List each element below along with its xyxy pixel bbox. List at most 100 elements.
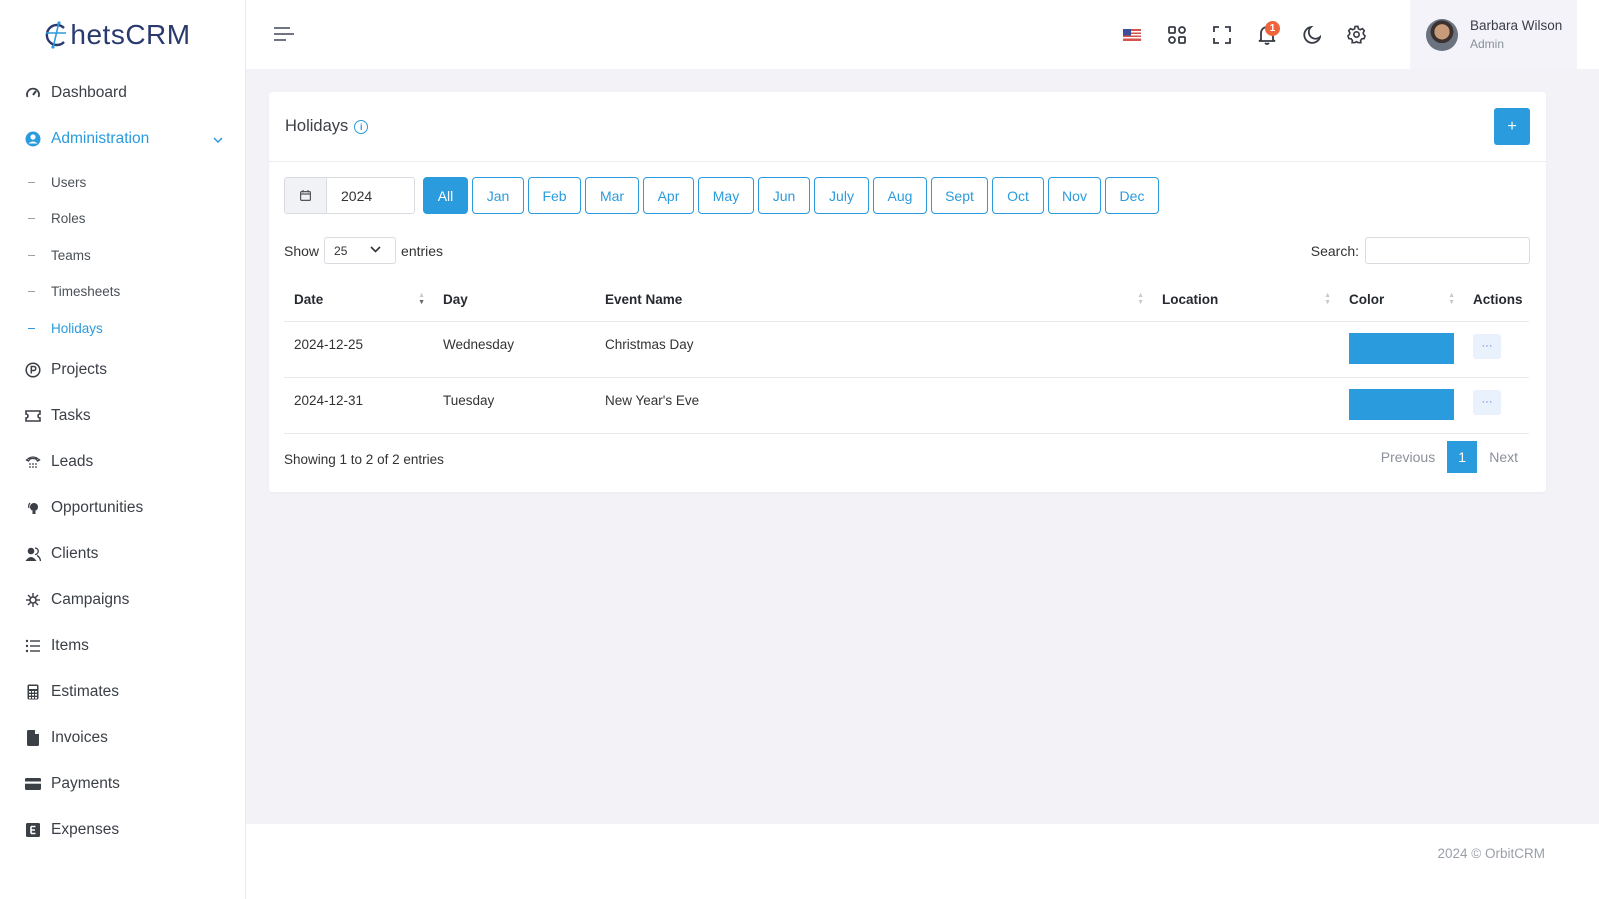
month-filter-dec[interactable]: Dec [1105, 177, 1159, 214]
sidebar-item-label: Clients [51, 544, 99, 562]
table-row: 2024-12-31 Tuesday New Year's Eve ··· [284, 377, 1529, 434]
pagination-next[interactable]: Next [1477, 449, 1530, 465]
footer: 2024 © OrbitCRM [246, 824, 1599, 899]
dash-icon [28, 254, 35, 256]
table-info: Showing 1 to 2 of 2 entries [284, 452, 444, 467]
sidebar-item-payments[interactable]: Payments [0, 761, 245, 807]
month-filter-oct[interactable]: Oct [992, 177, 1044, 214]
dash-icon [28, 327, 35, 329]
sidebar-item-label: Expenses [51, 820, 120, 838]
column-label: Actions [1473, 291, 1523, 307]
sidebar-item-expenses[interactable]: Expenses [0, 807, 245, 853]
language-button[interactable] [1109, 12, 1154, 57]
fullscreen-button[interactable] [1199, 12, 1244, 57]
notifications-button[interactable]: 1 [1244, 12, 1289, 57]
color-swatch [1349, 388, 1454, 420]
entries-label: entries [401, 242, 444, 259]
list-icon [24, 637, 42, 655]
sidebar-item-invoices[interactable]: Invoices [0, 715, 245, 761]
sidebar-item-teams[interactable]: Teams [0, 237, 245, 274]
column-header-location[interactable]: Location ▲ ▼ [1152, 278, 1339, 322]
virus-icon [24, 591, 42, 609]
table-search: Search: [1311, 237, 1530, 264]
page-size-select[interactable]: 25 [324, 237, 397, 264]
month-filter-jan[interactable]: Jan [472, 177, 524, 214]
color-swatch [1349, 332, 1454, 364]
calculator-icon [24, 683, 42, 701]
month-filter-apr[interactable]: Apr [643, 177, 694, 214]
sidebar-item-items[interactable]: Items [0, 623, 245, 669]
sidebar-item-tasks[interactable]: Tasks [0, 393, 245, 439]
topbar-actions: 1 [1109, 0, 1379, 69]
sidebar-item-label: Invoices [51, 728, 108, 746]
sidebar-item-leads[interactable]: Leads [0, 439, 245, 485]
year-input[interactable] [327, 178, 414, 213]
cell-date: 2024-12-25 [284, 321, 433, 378]
file-icon [24, 729, 42, 747]
column-header-date[interactable]: Date ▲ ▼ [284, 278, 433, 322]
month-filter-july[interactable]: July [814, 177, 869, 214]
sidebar-item-roles[interactable]: Roles [0, 201, 245, 238]
column-label: Day [443, 291, 468, 307]
month-filter-may[interactable]: May [698, 177, 754, 214]
sidebar-item-campaigns[interactable]: Campaigns [0, 577, 245, 623]
pagination-page-1[interactable]: 1 [1447, 441, 1478, 473]
pagination-previous[interactable]: Previous [1369, 449, 1447, 465]
column-header-day[interactable]: Day [433, 278, 595, 322]
search-label: Search: [1310, 242, 1359, 259]
month-filter-all[interactable]: All [423, 177, 468, 214]
menu-toggle-button[interactable] [274, 27, 294, 43]
column-label: Color [1349, 291, 1385, 307]
month-filter-mar[interactable]: Mar [585, 177, 639, 214]
cell-color [1339, 321, 1463, 378]
sidebar-item-estimates[interactable]: Estimates [0, 669, 245, 715]
topbar: 1 Barbara Wilson Admin [246, 0, 1599, 69]
filters-bar: All Jan Feb Mar Apr May Jun July Aug Sep… [284, 177, 1163, 214]
sidebar-item-administration[interactable]: Administration [0, 116, 245, 162]
sidebar-item-holidays[interactable]: Holidays [0, 310, 245, 347]
sort-icon: ▲ ▼ [418, 292, 425, 306]
cell-location [1152, 377, 1339, 434]
column-header-event-name[interactable]: Event Name ▲ ▼ [595, 278, 1152, 322]
page-title: Holidays [285, 117, 349, 135]
sidebar-item-projects[interactable]: Projects [0, 347, 245, 393]
dark-mode-toggle[interactable] [1289, 12, 1334, 57]
e-square-icon [24, 821, 42, 839]
sidebar-item-opportunities[interactable]: Opportunities [0, 485, 245, 531]
sidebar-item-clients[interactable]: Clients [0, 531, 245, 577]
fullscreen-icon [1212, 25, 1231, 44]
month-filter-aug[interactable]: Aug [873, 177, 927, 214]
column-header-color[interactable]: Color ▲ ▼ [1339, 278, 1463, 322]
month-filter-feb[interactable]: Feb [528, 177, 581, 214]
moon-icon [1302, 25, 1321, 44]
sidebar-item-label: Opportunities [51, 498, 144, 516]
sidebar-item-label: Administration [51, 130, 150, 147]
p-circle-icon [24, 361, 42, 379]
lightbulb-icon [24, 499, 42, 517]
logo[interactable]: hetsCRM [0, 0, 245, 70]
month-filter-jun[interactable]: Jun [758, 177, 810, 214]
search-input[interactable] [1365, 237, 1530, 264]
sidebar-item-label: Holidays [51, 320, 103, 336]
sidebar-item-timesheets[interactable]: Timesheets [0, 274, 245, 311]
settings-button[interactable] [1334, 12, 1379, 57]
table-header-row: Date ▲ ▼ Day Event Name ▲ ▼ Location ▲ ▼ Co… [284, 278, 1529, 322]
row-actions-button[interactable]: ··· [1473, 389, 1501, 415]
chevron-down-icon [370, 244, 381, 256]
sidebar: hetsCRM Dashboard Administration Users R… [0, 0, 246, 899]
user-menu[interactable]: Barbara Wilson Admin [1410, 0, 1577, 69]
users-icon [24, 545, 42, 563]
apps-button[interactable] [1154, 12, 1199, 57]
info-icon[interactable]: i [354, 119, 369, 134]
notification-badge: 1 [1265, 21, 1280, 36]
sidebar-item-dashboard[interactable]: Dashboard [0, 70, 245, 116]
row-actions-button[interactable]: ··· [1473, 333, 1501, 359]
column-label: Date [294, 291, 324, 307]
holidays-table: Date ▲ ▼ Day Event Name ▲ ▼ Location ▲ ▼ Co… [284, 278, 1529, 434]
column-label: Event Name [605, 291, 683, 307]
sidebar-item-users[interactable]: Users [0, 164, 245, 201]
month-filter-nov[interactable]: Nov [1048, 177, 1101, 214]
month-filter-sept[interactable]: Sept [931, 177, 988, 214]
add-holiday-button[interactable]: + [1494, 108, 1530, 145]
calendar-icon[interactable] [285, 178, 327, 213]
